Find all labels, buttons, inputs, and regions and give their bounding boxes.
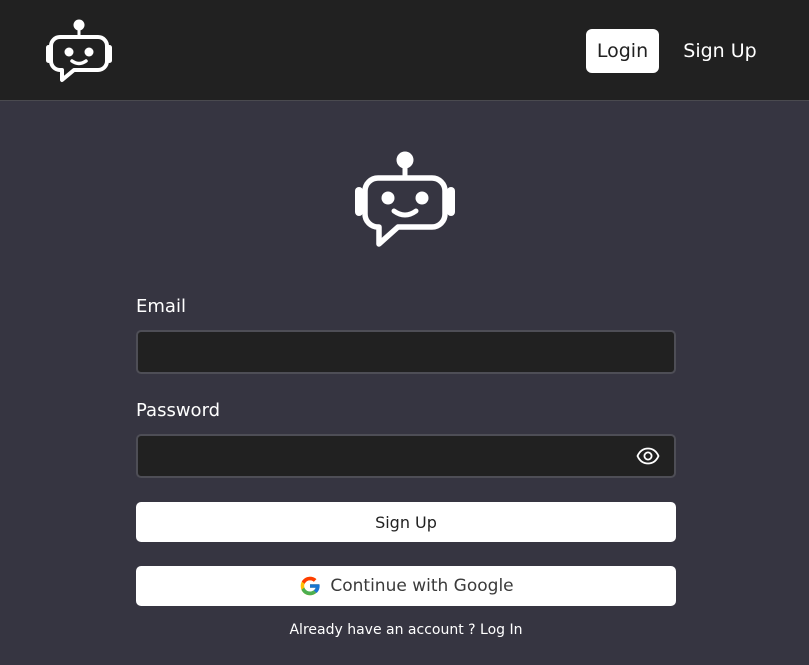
login-prompt-text: Already have an account ?: [289, 622, 481, 638]
log-in-link[interactable]: Log In: [480, 622, 522, 638]
email-label: Email: [136, 296, 186, 317]
password-label: Password: [136, 400, 221, 421]
login-prompt: Already have an account ? Log In: [136, 622, 676, 638]
continue-with-google-button[interactable]: Continue with Google: [136, 566, 676, 606]
top-navbar: Login Sign Up: [0, 0, 809, 101]
signup-link[interactable]: Sign Up: [676, 29, 764, 73]
eye-icon: [636, 447, 660, 465]
password-field[interactable]: [136, 434, 676, 478]
login-button[interactable]: Login: [586, 29, 659, 73]
google-icon: [301, 576, 321, 596]
robot-chat-logo-icon[interactable]: [44, 16, 114, 86]
email-field[interactable]: [136, 330, 676, 374]
robot-chat-icon: [355, 151, 455, 247]
signup-button[interactable]: Sign Up: [136, 502, 676, 542]
show-password-toggle[interactable]: [634, 444, 662, 468]
google-button-label: Continue with Google: [330, 576, 514, 596]
